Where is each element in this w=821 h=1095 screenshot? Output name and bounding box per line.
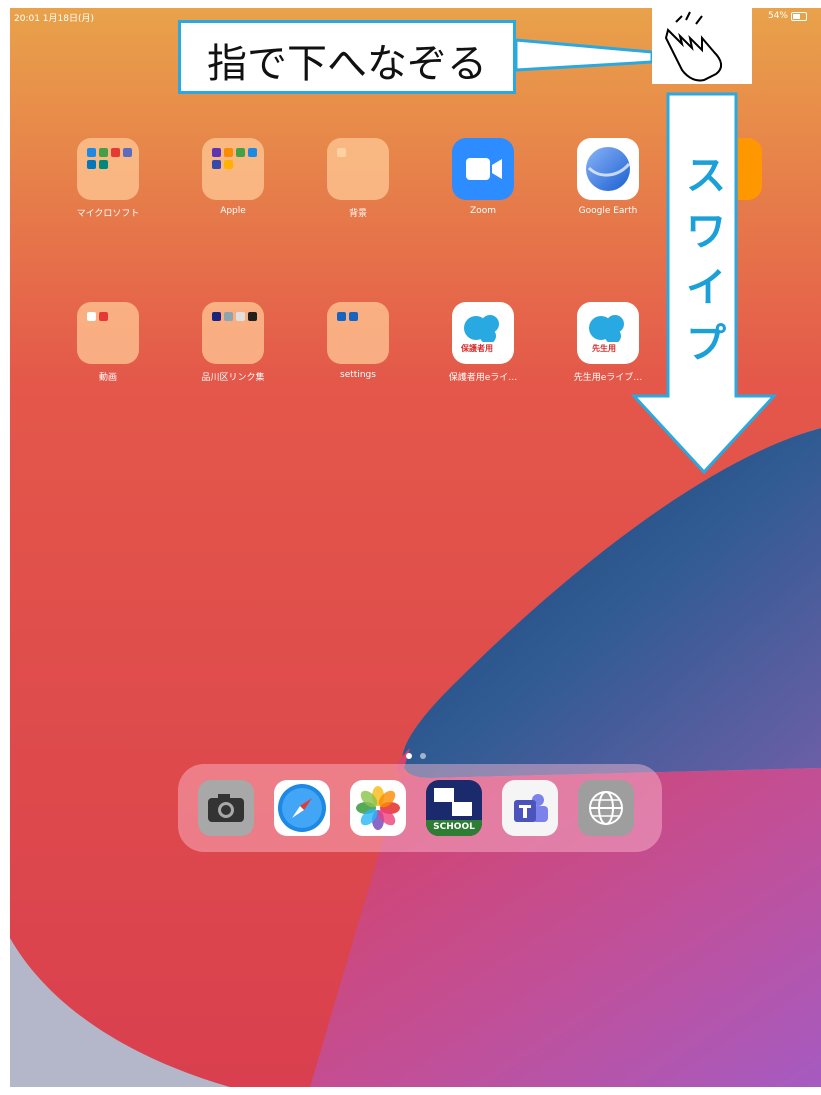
instruction-callout: 指で下へなぞる: [178, 20, 516, 94]
pointing-hand-icon: [652, 8, 752, 84]
callout-text: 指で下へなぞる: [207, 41, 487, 87]
swipe-label: スワイプ: [680, 148, 732, 372]
swipe-text: スワイプ: [686, 153, 726, 367]
